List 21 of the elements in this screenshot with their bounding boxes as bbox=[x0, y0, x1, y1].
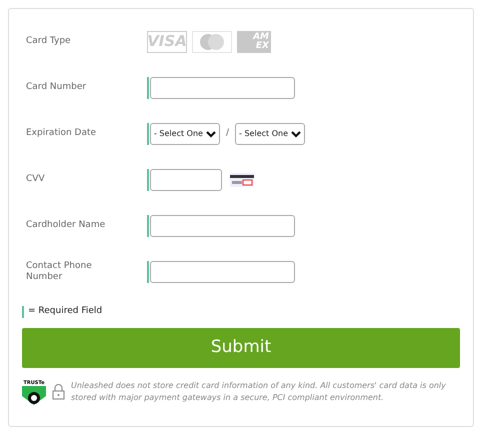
cvv-field[interactable] bbox=[150, 168, 222, 190]
lock-icon bbox=[52, 384, 65, 400]
select-dropdown[interactable]: - Select One bbox=[235, 122, 306, 144]
select-dropdown[interactable]: - Select One bbox=[150, 122, 220, 144]
chevron-down-icon bbox=[291, 130, 302, 138]
field-label: CVV bbox=[25, 174, 46, 185]
field-label: Card Number bbox=[25, 82, 88, 93]
security-notice: Unleashed does not store credit card information of any kind. All customers' card data is only stored with major payment gateways in a secure, PCI compliant environment. bbox=[71, 380, 447, 404]
field-label: Cardholder Name bbox=[25, 220, 106, 231]
required-field-legend: = Required Field bbox=[28, 305, 102, 318]
text-field[interactable] bbox=[150, 260, 295, 282]
card-back-icon bbox=[230, 172, 254, 186]
chevron-down-icon bbox=[206, 130, 216, 138]
mastercard-logo bbox=[192, 30, 232, 52]
text-field[interactable] bbox=[150, 214, 295, 236]
field-label: Expiration Date bbox=[25, 128, 98, 139]
text-field[interactable] bbox=[150, 76, 295, 98]
field-label: Contact Phone Number bbox=[25, 260, 93, 282]
date-separator: / bbox=[226, 126, 230, 140]
required-marker bbox=[22, 306, 24, 318]
field-label: Card Type bbox=[25, 34, 72, 48]
